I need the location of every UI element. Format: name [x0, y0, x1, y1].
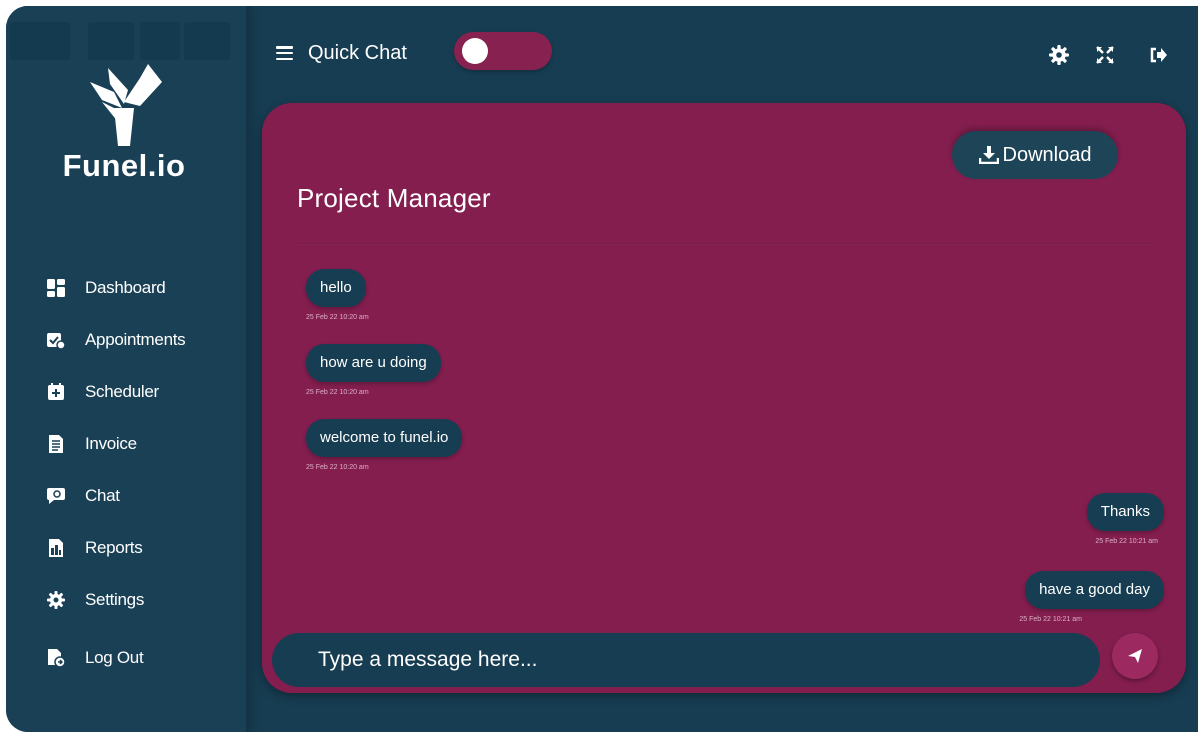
topbar: Quick Chat: [246, 6, 1198, 102]
download-label: Download: [1002, 143, 1092, 166]
download-button[interactable]: Download: [952, 131, 1118, 179]
chat-panel: Download Project Manager hello 25 Feb 22…: [262, 103, 1186, 693]
message-bubble-outgoing: Thanks: [1086, 493, 1164, 531]
reports-icon: [46, 538, 66, 558]
funnel-logo-icon: [90, 64, 162, 146]
sidebar-item-label: Dashboard: [85, 278, 166, 297]
sidebar-item-scheduler[interactable]: Scheduler: [46, 366, 185, 418]
sign-out-icon[interactable]: [1148, 44, 1170, 66]
message-timestamp: 25 Feb 22 10:21 am: [1019, 616, 1082, 623]
sidebar-item-invoice[interactable]: Invoice: [46, 418, 185, 470]
chat-icon: [46, 486, 66, 506]
fullscreen-icon[interactable]: [1094, 44, 1116, 66]
quick-chat-label: Quick Chat: [308, 42, 407, 64]
gear-icon: [46, 590, 66, 610]
quick-chat-toggle[interactable]: [454, 32, 552, 70]
message-bubble-outgoing: have a good day: [1025, 571, 1164, 609]
message-composer[interactable]: [272, 633, 1100, 687]
appointments-icon: [46, 330, 66, 350]
sidebar-nav: Dashboard Appointments Scheduler Invoice: [46, 262, 186, 684]
sidebar-item-dashboard[interactable]: Dashboard: [46, 262, 185, 314]
sidebar-item-label: Invoice: [85, 434, 137, 453]
logout-icon: [46, 648, 66, 668]
sidebar-decoration: [184, 22, 230, 60]
dashboard-icon: [46, 278, 66, 298]
sidebar-item-label: Log Out: [85, 648, 144, 667]
toggle-knob: [462, 38, 488, 64]
sidebar-item-label: Scheduler: [85, 382, 159, 401]
sidebar-item-label: Chat: [85, 486, 120, 505]
sidebar: Funel.io Dashboard Appointments Schedule…: [6, 6, 246, 732]
sidebar-decoration: [140, 22, 180, 60]
message-timestamp: 25 Feb 22 10:20 am: [306, 389, 369, 396]
message-bubble-incoming: welcome to funel.io: [306, 419, 463, 457]
message-input[interactable]: [272, 633, 1100, 687]
send-icon: [1128, 649, 1142, 663]
gear-icon[interactable]: [1048, 44, 1070, 66]
sidebar-item-label: Reports: [85, 538, 143, 557]
sidebar-decoration: [10, 22, 70, 60]
sidebar-decoration: [88, 22, 134, 60]
invoice-icon: [46, 434, 66, 454]
message-bubble-incoming: how are u doing: [306, 344, 441, 382]
message-timestamp: 25 Feb 22 10:21 am: [1095, 538, 1158, 545]
sidebar-item-reports[interactable]: Reports: [46, 522, 185, 574]
message-timestamp: 25 Feb 22 10:20 am: [306, 314, 369, 321]
sidebar-item-label: Appointments: [85, 330, 186, 349]
app-window: Funel.io Dashboard Appointments Schedule…: [6, 6, 1198, 732]
brand-logo[interactable]: Funel.io: [54, 62, 194, 184]
menu-icon[interactable]: [276, 46, 293, 61]
sidebar-item-settings[interactable]: Settings: [46, 574, 185, 626]
sidebar-item-appointments[interactable]: Appointments: [46, 314, 186, 366]
message-bubble-incoming: hello: [306, 269, 366, 307]
download-icon: [978, 146, 999, 164]
sidebar-item-logout[interactable]: Log Out: [46, 632, 185, 684]
conversation-title: Project Manager: [297, 183, 491, 213]
brand-name: Funel.io: [62, 148, 186, 183]
sidebar-item-label: Settings: [85, 590, 145, 609]
divider: [292, 243, 1156, 244]
sidebar-item-chat[interactable]: Chat: [46, 470, 185, 522]
message-timestamp: 25 Feb 22 10:20 am: [306, 464, 369, 471]
send-button[interactable]: [1112, 633, 1158, 679]
scheduler-icon: [46, 382, 66, 402]
